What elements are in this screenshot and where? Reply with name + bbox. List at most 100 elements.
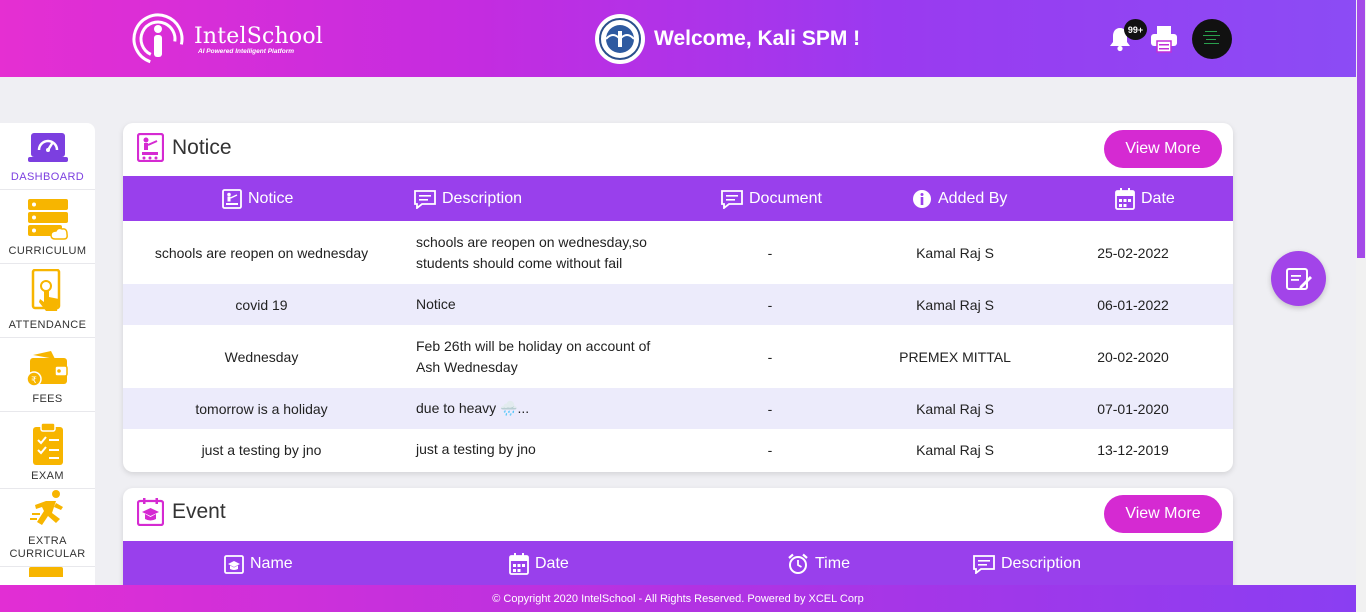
- calendar-icon: [509, 552, 529, 575]
- exam-clipboard-icon: [32, 422, 63, 465]
- cell-notice: schools are reopen on wednesday: [154, 244, 369, 261]
- fees-wallet-icon: ₹: [26, 351, 68, 387]
- cell-added-by: Kamal Raj S: [916, 400, 994, 417]
- dashboard-icon: [27, 133, 68, 162]
- event-table-header: Name Date Time Description: [123, 541, 1233, 586]
- logo-icon: [128, 12, 188, 66]
- calendar-icon: [1115, 187, 1135, 210]
- sidebar-item-dashboard[interactable]: DASHBOARD: [0, 123, 95, 190]
- info-icon: [913, 189, 931, 208]
- col-event-description-label: Description: [1001, 554, 1082, 572]
- notice-board-icon: [137, 133, 164, 162]
- col-name: Name: [224, 541, 293, 586]
- table-row[interactable]: Wednesday Feb 26th will be holiday on ac…: [123, 325, 1233, 388]
- school-emblem-icon: [595, 14, 645, 64]
- cell-document: -: [767, 441, 773, 458]
- printer-icon[interactable]: [1149, 24, 1179, 59]
- notification-count-badge: 99+: [1124, 19, 1147, 40]
- welcome-area: Welcome, Kali SPM !: [595, 14, 860, 64]
- message-icon: [973, 554, 995, 574]
- cell-date: 06-01-2022: [1097, 296, 1169, 313]
- sidebar-item-label: CURRICULUM: [8, 245, 87, 257]
- welcome-text: Welcome, Kali SPM !: [654, 27, 861, 50]
- cell-date: 25-02-2022: [1097, 244, 1169, 261]
- svg-text:₹: ₹: [31, 376, 37, 386]
- sidebar-item-curriculum[interactable]: CURRICULUM: [0, 190, 95, 264]
- col-event-date-label: Date: [535, 554, 569, 572]
- sidebar-item-label: DASHBOARD: [10, 171, 85, 183]
- sidebar-item-fees[interactable]: ₹ FEES: [0, 338, 95, 412]
- col-added-by: Added By: [912, 176, 1007, 221]
- cell-document: -: [767, 244, 773, 261]
- cell-added-by: Kamal Raj S: [916, 244, 994, 261]
- sidebar-item-extra-curricular[interactable]: EXTRA CURRICULAR: [0, 489, 95, 567]
- sidebar: DASHBOARD CURRICULUM ATTENDANCE ₹ FEES E…: [0, 123, 95, 585]
- table-row[interactable]: schools are reopen on wednesday schools …: [123, 221, 1233, 284]
- col-time: Time: [787, 541, 850, 586]
- cell-description: schools are reopen on wednesday,so stude…: [416, 233, 647, 271]
- notes-edit-fab[interactable]: [1271, 251, 1326, 306]
- col-name-label: Name: [250, 554, 293, 572]
- col-date: Date: [1115, 176, 1175, 221]
- notice-table-header: Notice Description Document Added By Dat…: [123, 176, 1233, 221]
- col-event-date: Date: [509, 541, 569, 586]
- col-description: Description: [414, 176, 522, 221]
- table-row[interactable]: covid 19 Notice - Kamal Raj S 06-01-2022: [123, 284, 1233, 325]
- cell-notice: tomorrow is a holiday: [195, 400, 328, 417]
- cell-document: -: [767, 348, 773, 365]
- cell-added-by: Kamal Raj S: [916, 441, 994, 458]
- col-date-label: Date: [1141, 189, 1175, 207]
- alarm-clock-icon: [788, 553, 808, 574]
- col-added-by-label: Added By: [938, 189, 1008, 207]
- intelschool-logo[interactable]: IntelSchool AI Powered Intelligent Platf…: [128, 12, 323, 66]
- sidebar-item-exam[interactable]: EXAM: [0, 412, 95, 489]
- col-notice: Notice: [222, 176, 293, 221]
- message-icon: [414, 189, 436, 209]
- event-card-title: Event: [172, 500, 226, 523]
- col-document-label: Document: [749, 189, 822, 207]
- col-description-label: Description: [442, 189, 523, 207]
- notice-card: Notice View More Notice Description Docu…: [123, 123, 1233, 472]
- copyright-text: © Copyright 2020 IntelSchool - All Right…: [492, 592, 864, 605]
- cell-description: just a testing by jno: [416, 441, 536, 457]
- edit-note-icon: [1285, 267, 1312, 290]
- event-graduation-icon: [137, 498, 164, 526]
- event-view-more-button[interactable]: View More: [1104, 495, 1222, 533]
- col-notice-label: Notice: [248, 189, 294, 207]
- table-row[interactable]: just a testing by jno just a testing by …: [123, 429, 1233, 470]
- cell-document: -: [767, 296, 773, 313]
- runner-icon: [29, 490, 63, 525]
- user-avatar[interactable]: [1192, 19, 1232, 59]
- col-document: Document: [721, 176, 822, 221]
- sidebar-item-attendance[interactable]: ATTENDANCE: [0, 264, 95, 338]
- cell-description: Feb 26th will be holiday on account of A…: [416, 337, 651, 375]
- logo-tagline: AI Powered Intelligent Platform: [198, 47, 295, 55]
- footer: © Copyright 2020 IntelSchool - All Right…: [0, 585, 1356, 612]
- col-event-description: Description: [973, 541, 1081, 586]
- notice-board-icon: [222, 188, 242, 209]
- sidebar-item-label: EXAM: [31, 470, 64, 482]
- cell-date: 13-12-2019: [1097, 441, 1169, 458]
- scrollbar-thumb[interactable]: [1357, 0, 1365, 258]
- sidebar-next-item-peek: [29, 567, 63, 577]
- logo-name: IntelSchool: [194, 23, 324, 49]
- cell-added-by: Kamal Raj S: [916, 296, 994, 313]
- attendance-icon: [31, 269, 60, 311]
- cell-notice: just a testing by jno: [201, 441, 322, 458]
- col-time-label: Time: [815, 554, 850, 572]
- cell-added-by: PREMEX MITTAL: [899, 348, 1011, 365]
- event-graduation-icon: [224, 554, 244, 574]
- sidebar-item-label: EXTRA CURRICULAR: [9, 535, 86, 560]
- top-header: IntelSchool AI Powered Intelligent Platf…: [0, 0, 1366, 77]
- cell-date: 20-02-2020: [1097, 348, 1169, 365]
- cell-description: Notice: [416, 296, 456, 312]
- cell-date: 07-01-2020: [1097, 400, 1169, 417]
- notice-view-more-button[interactable]: View More: [1104, 130, 1222, 168]
- message-icon: [721, 189, 743, 209]
- cell-document: -: [767, 400, 773, 417]
- cell-notice: covid 19: [235, 296, 288, 313]
- sidebar-item-label: ATTENDANCE: [8, 319, 87, 331]
- curriculum-icon: [27, 199, 68, 240]
- table-row[interactable]: tomorrow is a holiday due to heavy 🌧️...…: [123, 388, 1233, 429]
- sidebar-item-label: FEES: [32, 393, 63, 405]
